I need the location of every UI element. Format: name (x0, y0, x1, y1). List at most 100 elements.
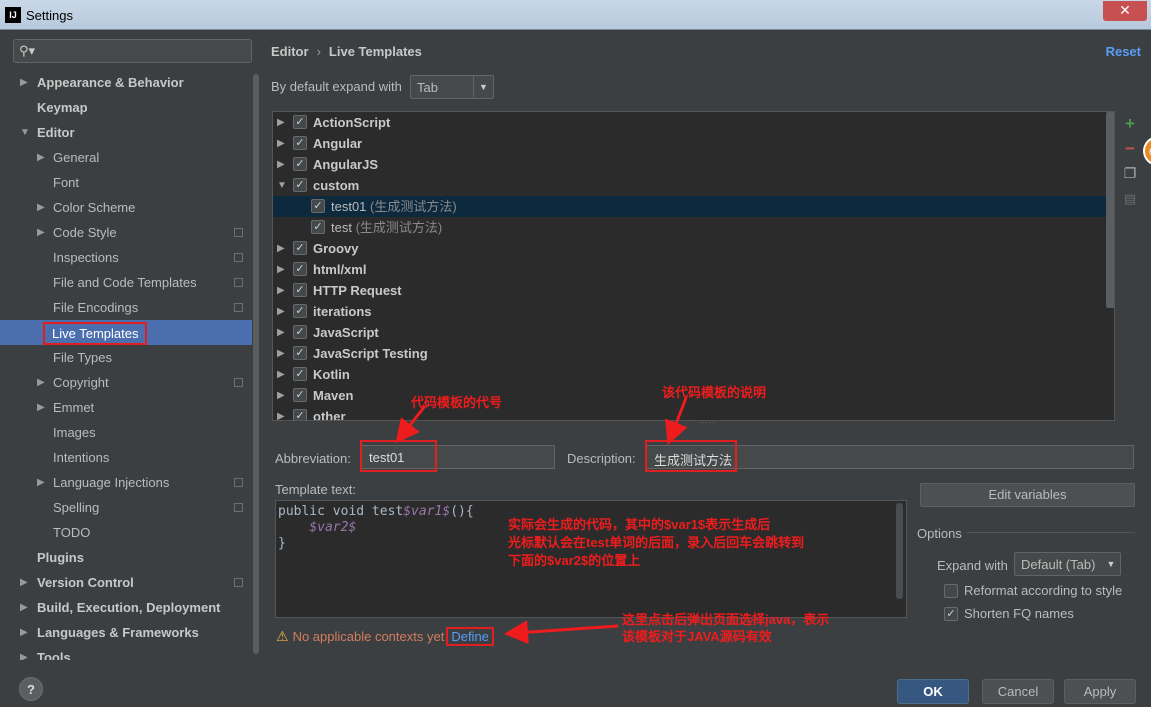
template-group-row[interactable]: ▶ ✓ HTTP Request (273, 280, 1114, 301)
sidebar-item-inspections[interactable]: Inspections (0, 245, 252, 270)
context-warning: ⚠ No applicable contexts yet Define (276, 626, 494, 646)
template-group-row[interactable]: ▶ ✓ Angular (273, 133, 1114, 154)
sidebar-item-spelling[interactable]: Spelling (0, 495, 252, 520)
expand-arrow-icon: ▶ (277, 306, 285, 317)
sidebar-item-language-injections[interactable]: ▶ Language Injections (0, 470, 252, 495)
template-checkbox[interactable]: ✓ (311, 220, 325, 234)
template-group-row[interactable]: ▶ ✓ JavaScript (273, 322, 1114, 343)
code-annotation-line2: 光标默认会在test单词的后面，录入后回车会跳转到 (508, 535, 805, 550)
abbreviation-highlight-box (360, 440, 437, 472)
template-checkbox[interactable]: ✓ (293, 409, 307, 420)
sidebar-item-keymap[interactable]: Keymap (0, 95, 252, 120)
template-row[interactable]: ✓ test (生成测试方法) (273, 217, 1114, 238)
template-checkbox[interactable]: ✓ (293, 241, 307, 255)
sidebar-scrollbar-thumb[interactable] (253, 74, 259, 654)
templates-toolbar: + − ❐ ▤ (1118, 111, 1142, 211)
sidebar-item-copyright[interactable]: ▶ Copyright (0, 370, 252, 395)
sidebar-item-color-scheme[interactable]: ▶ Color Scheme (0, 195, 252, 220)
template-checkbox[interactable]: ✓ (293, 388, 307, 402)
template-row[interactable]: ✓ test01 (生成测试方法) (273, 196, 1114, 217)
template-group-row[interactable]: ▶ ✓ Groovy (273, 238, 1114, 259)
template-group-row[interactable]: ▶ ✓ Kotlin (273, 364, 1114, 385)
template-checkbox[interactable]: ✓ (293, 157, 307, 171)
abbreviation-label: Abbreviation: (275, 451, 351, 466)
project-scope-icon (234, 578, 243, 587)
template-checkbox[interactable]: ✓ (293, 136, 307, 150)
expand-arrow-icon: ▶ (277, 369, 285, 380)
splitter-handle[interactable]: ····· (698, 419, 715, 427)
template-checkbox[interactable]: ✓ (293, 283, 307, 297)
sidebar-item-code-style[interactable]: ▶ Code Style (0, 220, 252, 245)
reformat-checkbox[interactable] (944, 584, 958, 598)
project-scope-icon (234, 303, 243, 312)
template-group-row[interactable]: ▶ ✓ iterations (273, 301, 1114, 322)
template-group-row[interactable]: ▶ ✓ other (273, 406, 1114, 420)
template-group-row[interactable]: ▶ ✓ ActionScript (273, 112, 1114, 133)
reset-link[interactable]: Reset (1106, 44, 1141, 59)
sidebar-item-build-execution[interactable]: ▶ Build, Execution, Deployment (0, 595, 252, 620)
sidebar-item-file-encodings[interactable]: File Encodings (0, 295, 252, 320)
expand-key-select[interactable]: Tab ▼ (410, 75, 494, 99)
template-checkbox[interactable]: ✓ (293, 346, 307, 360)
expand-with-label: By default expand with (271, 79, 402, 94)
collapse-arrow-icon: ▼ (20, 127, 30, 138)
template-checkbox[interactable]: ✓ (293, 367, 307, 381)
expand-arrow-icon: ▶ (277, 348, 285, 359)
expand-key-value: Tab (417, 80, 438, 95)
cancel-button[interactable]: Cancel (982, 679, 1054, 704)
templates-scrollbar[interactable] (1106, 112, 1114, 308)
expand-arrow-icon: ▶ (277, 117, 285, 128)
sidebar-item-general[interactable]: ▶ General (0, 145, 252, 170)
sidebar-item-editor[interactable]: ▼ Editor (0, 120, 252, 145)
expand-arrow-icon: ▶ (37, 202, 45, 213)
add-icon[interactable]: + (1118, 111, 1142, 136)
sidebar-item-live-templates[interactable]: Live Templates (0, 320, 252, 345)
sidebar-item-emmet[interactable]: ▶ Emmet (0, 395, 252, 420)
template-checkbox[interactable]: ✓ (293, 178, 307, 192)
template-checkbox[interactable]: ✓ (293, 262, 307, 276)
sidebar-item-version-control[interactable]: ▶ Version Control (0, 570, 252, 595)
sidebar-item-todo[interactable]: TODO (0, 520, 252, 545)
template-checkbox[interactable]: ✓ (293, 304, 307, 318)
sidebar-item-intentions[interactable]: Intentions (0, 445, 252, 470)
close-window-button[interactable]: ✕ (1103, 1, 1147, 21)
sidebar-item-file-types[interactable]: File Types (0, 345, 252, 370)
template-checkbox[interactable]: ✓ (311, 199, 325, 213)
shorten-fq-checkbox[interactable]: ✓ (944, 607, 958, 621)
help-button[interactable]: ? (19, 677, 43, 701)
copy-icon[interactable]: ❐ (1118, 161, 1142, 186)
restore-icon[interactable]: ▤ (1118, 186, 1142, 211)
templates-tree: ▶ ✓ ActionScript ▶ ✓ Angular ▶ ✓ AngularJS ▼ ✓ c… (272, 111, 1115, 421)
editor-scrollbar[interactable] (896, 503, 903, 599)
ok-button[interactable]: OK (897, 679, 969, 704)
expand-with-option-label: Expand with (937, 558, 1008, 573)
sidebar-item-font[interactable]: Font (0, 170, 252, 195)
template-group-row[interactable]: ▶ ✓ AngularJS (273, 154, 1114, 175)
title-bar: IJ Settings ✕ (0, 0, 1151, 30)
sidebar-scrollbar[interactable] (252, 70, 260, 660)
template-checkbox[interactable]: ✓ (293, 325, 307, 339)
expand-with-option-select[interactable]: Default (Tab) ▼ (1014, 552, 1121, 576)
search-icon: ⚲▾ (19, 43, 36, 58)
project-scope-icon (234, 253, 243, 262)
apply-button[interactable]: Apply (1064, 679, 1136, 704)
template-group-row[interactable]: ▶ ✓ JavaScript Testing (273, 343, 1114, 364)
overlay-badge[interactable]: 6 (1143, 136, 1151, 166)
sidebar-item-languages-frameworks[interactable]: ▶ Languages & Frameworks (0, 620, 252, 645)
define-annotation-line1: 这里点击后弹出页面选择java，表示 (622, 612, 830, 627)
remove-icon[interactable]: − (1118, 136, 1142, 161)
settings-tree: ▶ Appearance & Behavior Keymap ▼ Editor ▶ G… (0, 70, 252, 660)
sidebar-item-plugins[interactable]: Plugins (0, 545, 252, 570)
sidebar-item-images[interactable]: Images (0, 420, 252, 445)
expand-arrow-icon: ▶ (37, 477, 45, 488)
edit-variables-button[interactable]: Edit variables (920, 483, 1135, 507)
sidebar-item-tools[interactable]: ▶ Tools (0, 645, 252, 660)
define-annotation-line2: 该模板对于JAVA源码有效 (622, 629, 772, 644)
sidebar-item-file-code-templates[interactable]: File and Code Templates (0, 270, 252, 295)
template-group-row[interactable]: ▼ ✓ custom (273, 175, 1114, 196)
template-checkbox[interactable]: ✓ (293, 115, 307, 129)
settings-search-input[interactable]: ⚲▾ (13, 39, 252, 63)
define-context-link[interactable]: Define (446, 627, 494, 646)
sidebar-item-appearance-behavior[interactable]: ▶ Appearance & Behavior (0, 70, 252, 95)
template-group-row[interactable]: ▶ ✓ html/xml (273, 259, 1114, 280)
